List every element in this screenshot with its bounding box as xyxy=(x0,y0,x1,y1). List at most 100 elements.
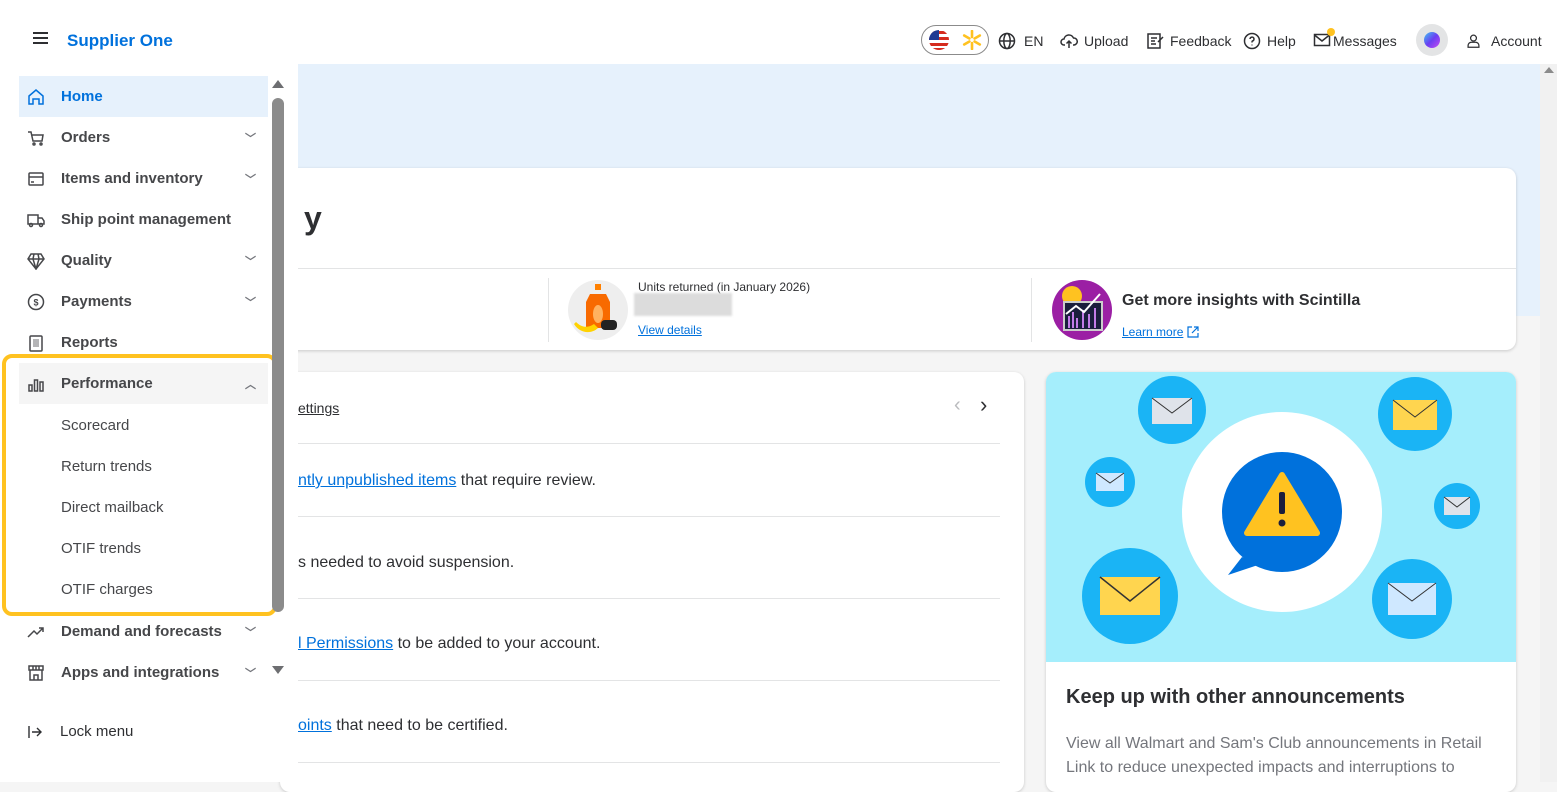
assistant-avatar[interactable] xyxy=(1416,24,1448,56)
help-icon xyxy=(1243,32,1261,50)
account-label: Account xyxy=(1491,33,1542,49)
account-button[interactable]: Account xyxy=(1466,30,1542,52)
messages-button[interactable]: Messages xyxy=(1313,27,1397,52)
task-row: l Permissions to be added to your accoun… xyxy=(298,635,600,653)
hamburger-menu-icon[interactable] xyxy=(33,32,48,44)
view-details-link[interactable]: View details xyxy=(638,323,702,337)
carousel-next-button[interactable]: › xyxy=(980,392,987,418)
cart-icon xyxy=(27,129,45,147)
task-row: oints that need to be certified. xyxy=(298,717,508,735)
dollar-icon: $ xyxy=(27,293,45,311)
learn-more-label[interactable]: Learn more xyxy=(1122,325,1183,339)
tasks-card: ettings ‹ › ntly unpublished items that … xyxy=(280,372,1024,792)
task-text: s needed to avoid suspension. xyxy=(298,554,515,571)
chevron-down-icon: ﹀ xyxy=(245,626,256,639)
feedback-button[interactable]: Feedback xyxy=(1146,30,1231,52)
divider xyxy=(298,443,1000,444)
lock-menu-button[interactable]: Lock menu xyxy=(28,723,133,740)
task-text: to be added to your account. xyxy=(393,635,601,652)
returns-illustration-icon xyxy=(568,280,628,340)
chevron-down-icon: ﹀ xyxy=(245,173,256,186)
help-button[interactable]: Help xyxy=(1243,30,1296,52)
announcement-body: View all Walmart and Sam's Club announce… xyxy=(1066,735,1482,776)
box-icon xyxy=(27,170,45,188)
learn-more-link[interactable]: Learn more xyxy=(1122,325,1199,339)
sidebar-scrollbar-thumb[interactable] xyxy=(272,98,284,612)
page-scrollbar[interactable] xyxy=(1540,64,1557,782)
permissions-link[interactable]: l Permissions xyxy=(298,635,393,652)
divider xyxy=(298,516,1000,517)
unpublished-items-link[interactable]: ntly unpublished items xyxy=(298,472,456,489)
announcement-illustration xyxy=(1046,372,1516,662)
feedback-icon xyxy=(1147,33,1164,49)
sidebar-item-ship-point-management[interactable]: Ship point management xyxy=(19,199,268,240)
task-text: that require review. xyxy=(456,472,596,489)
scintilla-title: Get more insights with Scintilla xyxy=(1122,292,1361,309)
redacted-value xyxy=(634,293,732,316)
divider xyxy=(298,680,1000,681)
sidebar-item-label: Home xyxy=(61,88,103,105)
divider xyxy=(548,278,549,342)
carousel-prev-button[interactable]: ‹ xyxy=(954,394,961,417)
market-switcher[interactable] xyxy=(921,25,989,55)
divider xyxy=(298,598,1000,599)
chevron-down-icon: ﹀ xyxy=(245,255,256,268)
sidebar-item-label: Orders xyxy=(61,129,111,146)
store-icon xyxy=(27,664,45,682)
us-flag-icon xyxy=(929,30,949,50)
task-text: that need to be certified. xyxy=(331,717,508,734)
sidebar-item-payments[interactable]: $ Payments ﹀ xyxy=(19,281,268,322)
sidebar-item-home[interactable]: Home xyxy=(19,76,268,117)
brand-logo[interactable]: Supplier One xyxy=(67,31,173,51)
scintilla-illustration-icon xyxy=(1052,280,1112,340)
settings-link[interactable]: ettings xyxy=(298,400,339,416)
sidebar-item-label: Items and inventory xyxy=(61,170,203,187)
unread-dot xyxy=(1327,27,1335,36)
sidebar-item-items-and-inventory[interactable]: Items and inventory ﹀ xyxy=(19,158,268,199)
chevron-down-icon: ﹀ xyxy=(245,296,256,309)
chevron-down-icon: ﹀ xyxy=(245,667,256,680)
sidebar-item-label: Payments xyxy=(61,293,132,310)
sidebar-item-label: Apps and integrations xyxy=(61,664,220,681)
sidebar-item-apps-and-integrations[interactable]: Apps and integrations ﹀ xyxy=(19,652,268,693)
mail-icon xyxy=(1313,27,1335,52)
top-header: Supplier One EN Upload Feedback Help Mes… xyxy=(0,0,1557,64)
home-icon xyxy=(27,88,45,106)
lock-menu-label: Lock menu xyxy=(60,723,134,740)
task-row: ntly unpublished items that require revi… xyxy=(298,472,596,490)
divider xyxy=(1031,278,1032,342)
diamond-icon xyxy=(27,252,45,270)
chevron-down-icon: ﹀ xyxy=(245,132,256,145)
user-icon xyxy=(1467,34,1480,48)
task-row: s needed to avoid suspension. xyxy=(298,554,514,572)
clipboard-icon xyxy=(27,334,45,352)
cloud-upload-icon xyxy=(1060,34,1078,48)
language-label: EN xyxy=(1024,33,1044,49)
sidebar-scroll-down-arrow[interactable] xyxy=(272,666,284,674)
greeting-title: y xyxy=(304,200,322,236)
lock-menu-icon xyxy=(28,725,42,738)
language-button[interactable]: EN xyxy=(998,30,1043,52)
sidebar-item-demand-and-forecasts[interactable]: Demand and forecasts ﹀ xyxy=(19,611,268,652)
scroll-up-arrow[interactable] xyxy=(1543,67,1554,73)
truck-icon xyxy=(27,211,45,229)
announcement-title: Keep up with other announcements xyxy=(1066,686,1405,708)
sidebar-item-label: Quality xyxy=(61,252,112,269)
sidebar-scroll-up-arrow[interactable] xyxy=(272,80,284,88)
sidebar-item-label: Reports xyxy=(61,334,118,351)
walmart-spark-icon xyxy=(962,30,982,50)
svg-text:$: $ xyxy=(33,297,38,307)
ship-points-link[interactable]: oints xyxy=(298,717,332,734)
sidebar-item-label: Demand and forecasts xyxy=(61,623,222,640)
globe-icon xyxy=(998,32,1016,50)
sidebar-item-orders[interactable]: Orders ﹀ xyxy=(19,117,268,158)
help-label: Help xyxy=(1267,33,1296,49)
performance-highlight-box xyxy=(2,354,277,616)
upload-label: Upload xyxy=(1084,33,1129,49)
sidebar-item-quality[interactable]: Quality ﹀ xyxy=(19,240,268,281)
divider xyxy=(298,762,1000,763)
upload-button[interactable]: Upload xyxy=(1060,30,1128,52)
external-link-icon xyxy=(1187,326,1199,338)
sidebar-item-label: Ship point management xyxy=(61,211,232,228)
announcement-card: Keep up with other announcements View al… xyxy=(1046,372,1516,792)
